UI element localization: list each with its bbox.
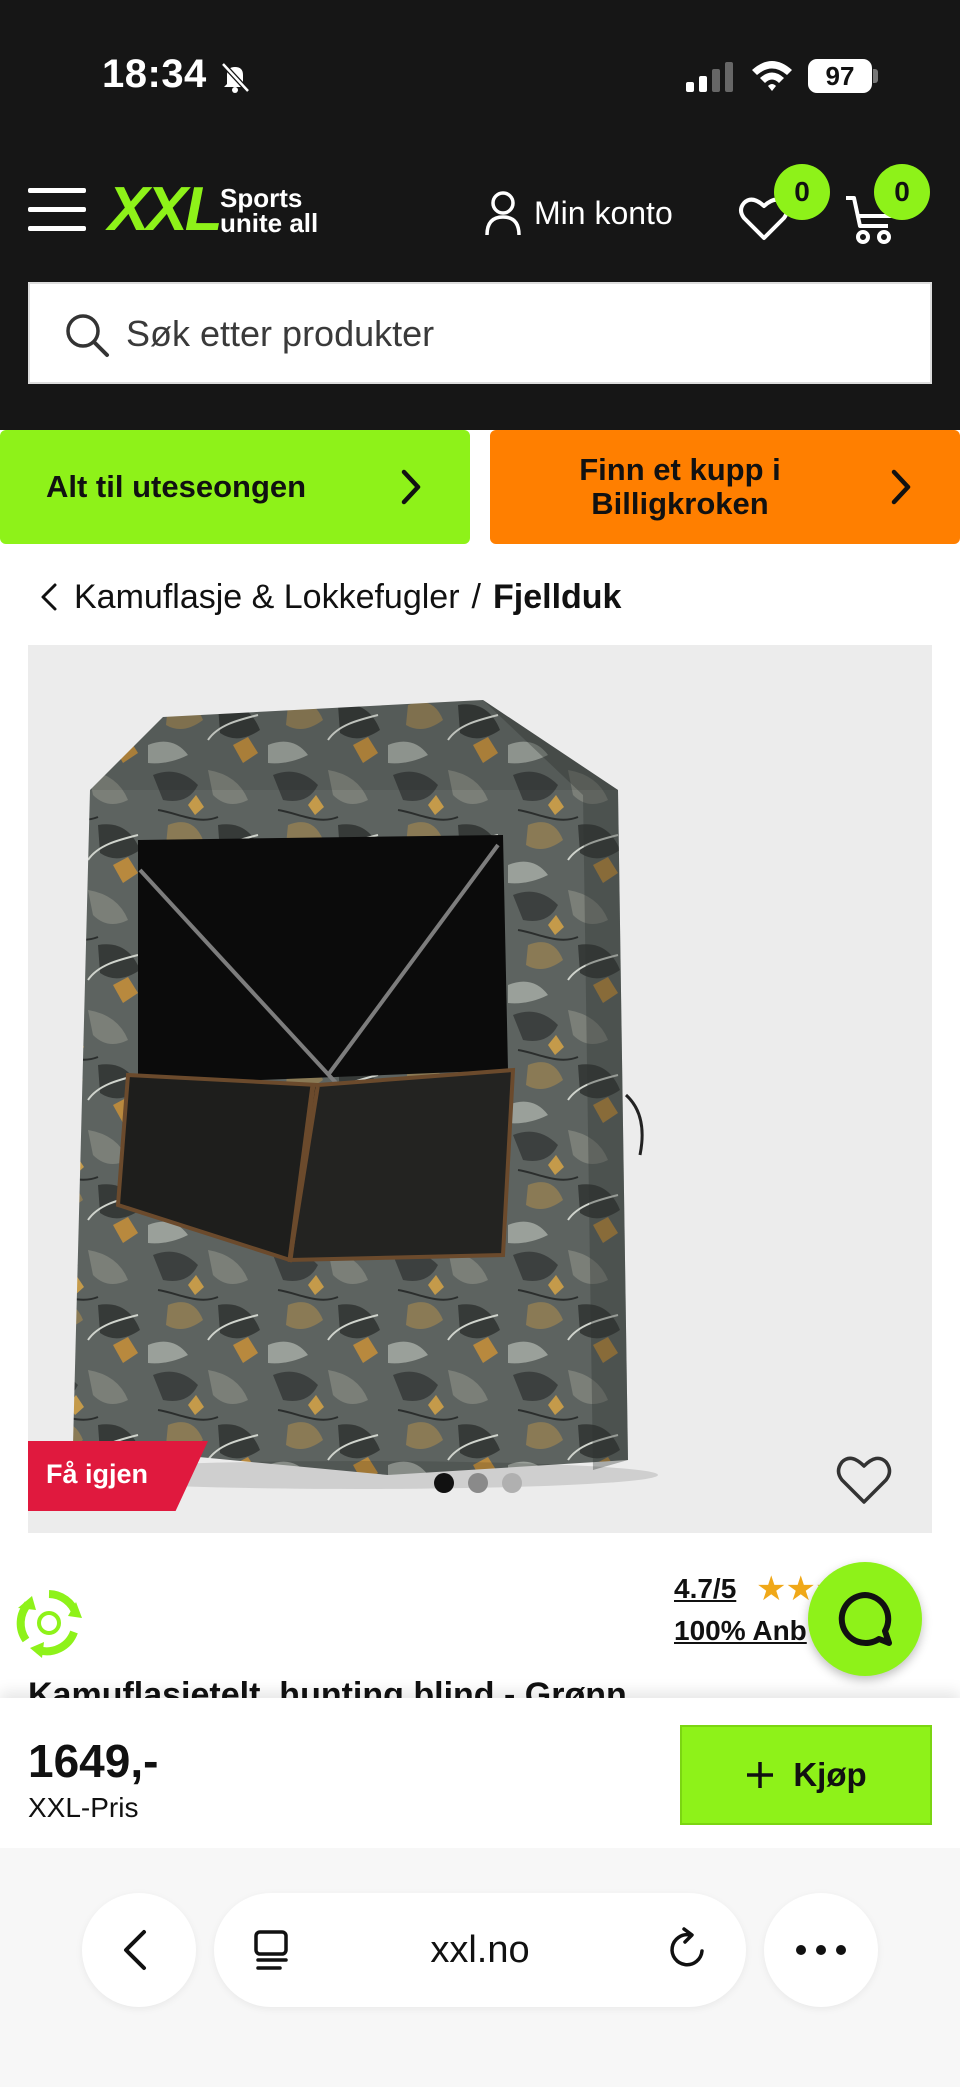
carousel-dot-3[interactable] xyxy=(502,1473,522,1493)
chevron-left-icon xyxy=(124,1930,146,1970)
restock-label: Få igjen xyxy=(46,1459,149,1489)
site-header: XXL Sports unite all Min konto 0 0 xyxy=(0,150,960,430)
product-price: 1649,- xyxy=(28,1735,159,1787)
promo-outdoor-season-label: Alt til uteseongen xyxy=(46,469,307,504)
product-title: Kamuflasjetelt, hunting blind - Grønn xyxy=(28,1676,627,1698)
promo-bargain-button[interactable]: Finn et kupp i Billigkroken xyxy=(490,430,960,544)
sticky-buy-bar: 1649,- XXL-Pris Kjøp xyxy=(0,1698,960,1848)
logo-tagline-line2: unite all xyxy=(220,208,319,238)
buy-label: Kjøp xyxy=(793,1756,867,1793)
product-image-tent xyxy=(58,700,658,1489)
status-time: 18:34 xyxy=(102,52,207,96)
promo-bargain-label: Finn et kupp i Billigkroken xyxy=(579,452,781,521)
search-icon xyxy=(66,314,109,357)
rating-recommend[interactable]: 100% Anb xyxy=(674,1615,807,1647)
breadcrumb-current: Fjellduk xyxy=(493,577,622,616)
menu-icon[interactable] xyxy=(28,188,86,232)
chevron-right-icon xyxy=(401,469,421,505)
breadcrumb-parent-link[interactable]: Kamuflasje & Lokkefugler xyxy=(74,578,460,617)
search-bar[interactable] xyxy=(28,282,932,384)
price-label: XXL-Pris xyxy=(28,1792,139,1823)
cart-count-badge: 0 xyxy=(874,164,930,220)
account-label: Min konto xyxy=(534,194,673,231)
browser-toolbar: xxl.no xyxy=(0,1848,960,2087)
carousel-dot-1[interactable] xyxy=(434,1473,454,1493)
logo-tagline: Sports unite all xyxy=(220,185,319,238)
browser-address-bar[interactable]: xxl.no xyxy=(214,1893,746,2007)
wifi-icon xyxy=(752,61,792,91)
battery-tip xyxy=(873,69,878,83)
more-icon xyxy=(796,1945,846,1955)
buy-button[interactable]: Kjøp xyxy=(680,1725,932,1825)
chevron-right-icon xyxy=(891,469,911,505)
cellular-signal-icon xyxy=(686,62,733,92)
eco-recycle-icon xyxy=(16,1590,82,1658)
chevron-left-icon[interactable] xyxy=(40,582,58,612)
reload-icon[interactable] xyxy=(666,1927,710,1971)
browser-back-button[interactable] xyxy=(82,1893,196,2007)
plus-icon xyxy=(747,1762,774,1788)
browser-more-button[interactable] xyxy=(764,1893,878,2007)
carousel-dots xyxy=(434,1473,522,1493)
battery-level: 97 xyxy=(808,59,872,93)
breadcrumb-separator: / xyxy=(471,577,481,616)
rating-score[interactable]: 4.7/5 xyxy=(674,1573,736,1605)
xxl-logo[interactable]: XXL Sports unite all xyxy=(108,178,328,242)
bell-muted-icon xyxy=(221,62,250,93)
logo-text: XXL xyxy=(108,175,223,244)
account-icon xyxy=(485,191,521,236)
status-bar: 18:34 97 xyxy=(0,0,960,150)
breadcrumb: Kamuflasje & Lokkefugler / Fjellduk xyxy=(40,572,621,622)
chat-button[interactable] xyxy=(808,1562,922,1676)
carousel-dot-2[interactable] xyxy=(468,1473,488,1493)
search-input[interactable] xyxy=(126,308,906,360)
heart-icon[interactable] xyxy=(834,1451,894,1507)
chat-icon xyxy=(838,1592,892,1646)
account-link[interactable]: Min konto xyxy=(484,188,673,238)
wishlist-count-badge: 0 xyxy=(774,164,830,220)
product-image-carousel[interactable]: Få igjen xyxy=(28,645,932,1533)
promo-outdoor-season-button[interactable]: Alt til uteseongen xyxy=(0,430,470,544)
